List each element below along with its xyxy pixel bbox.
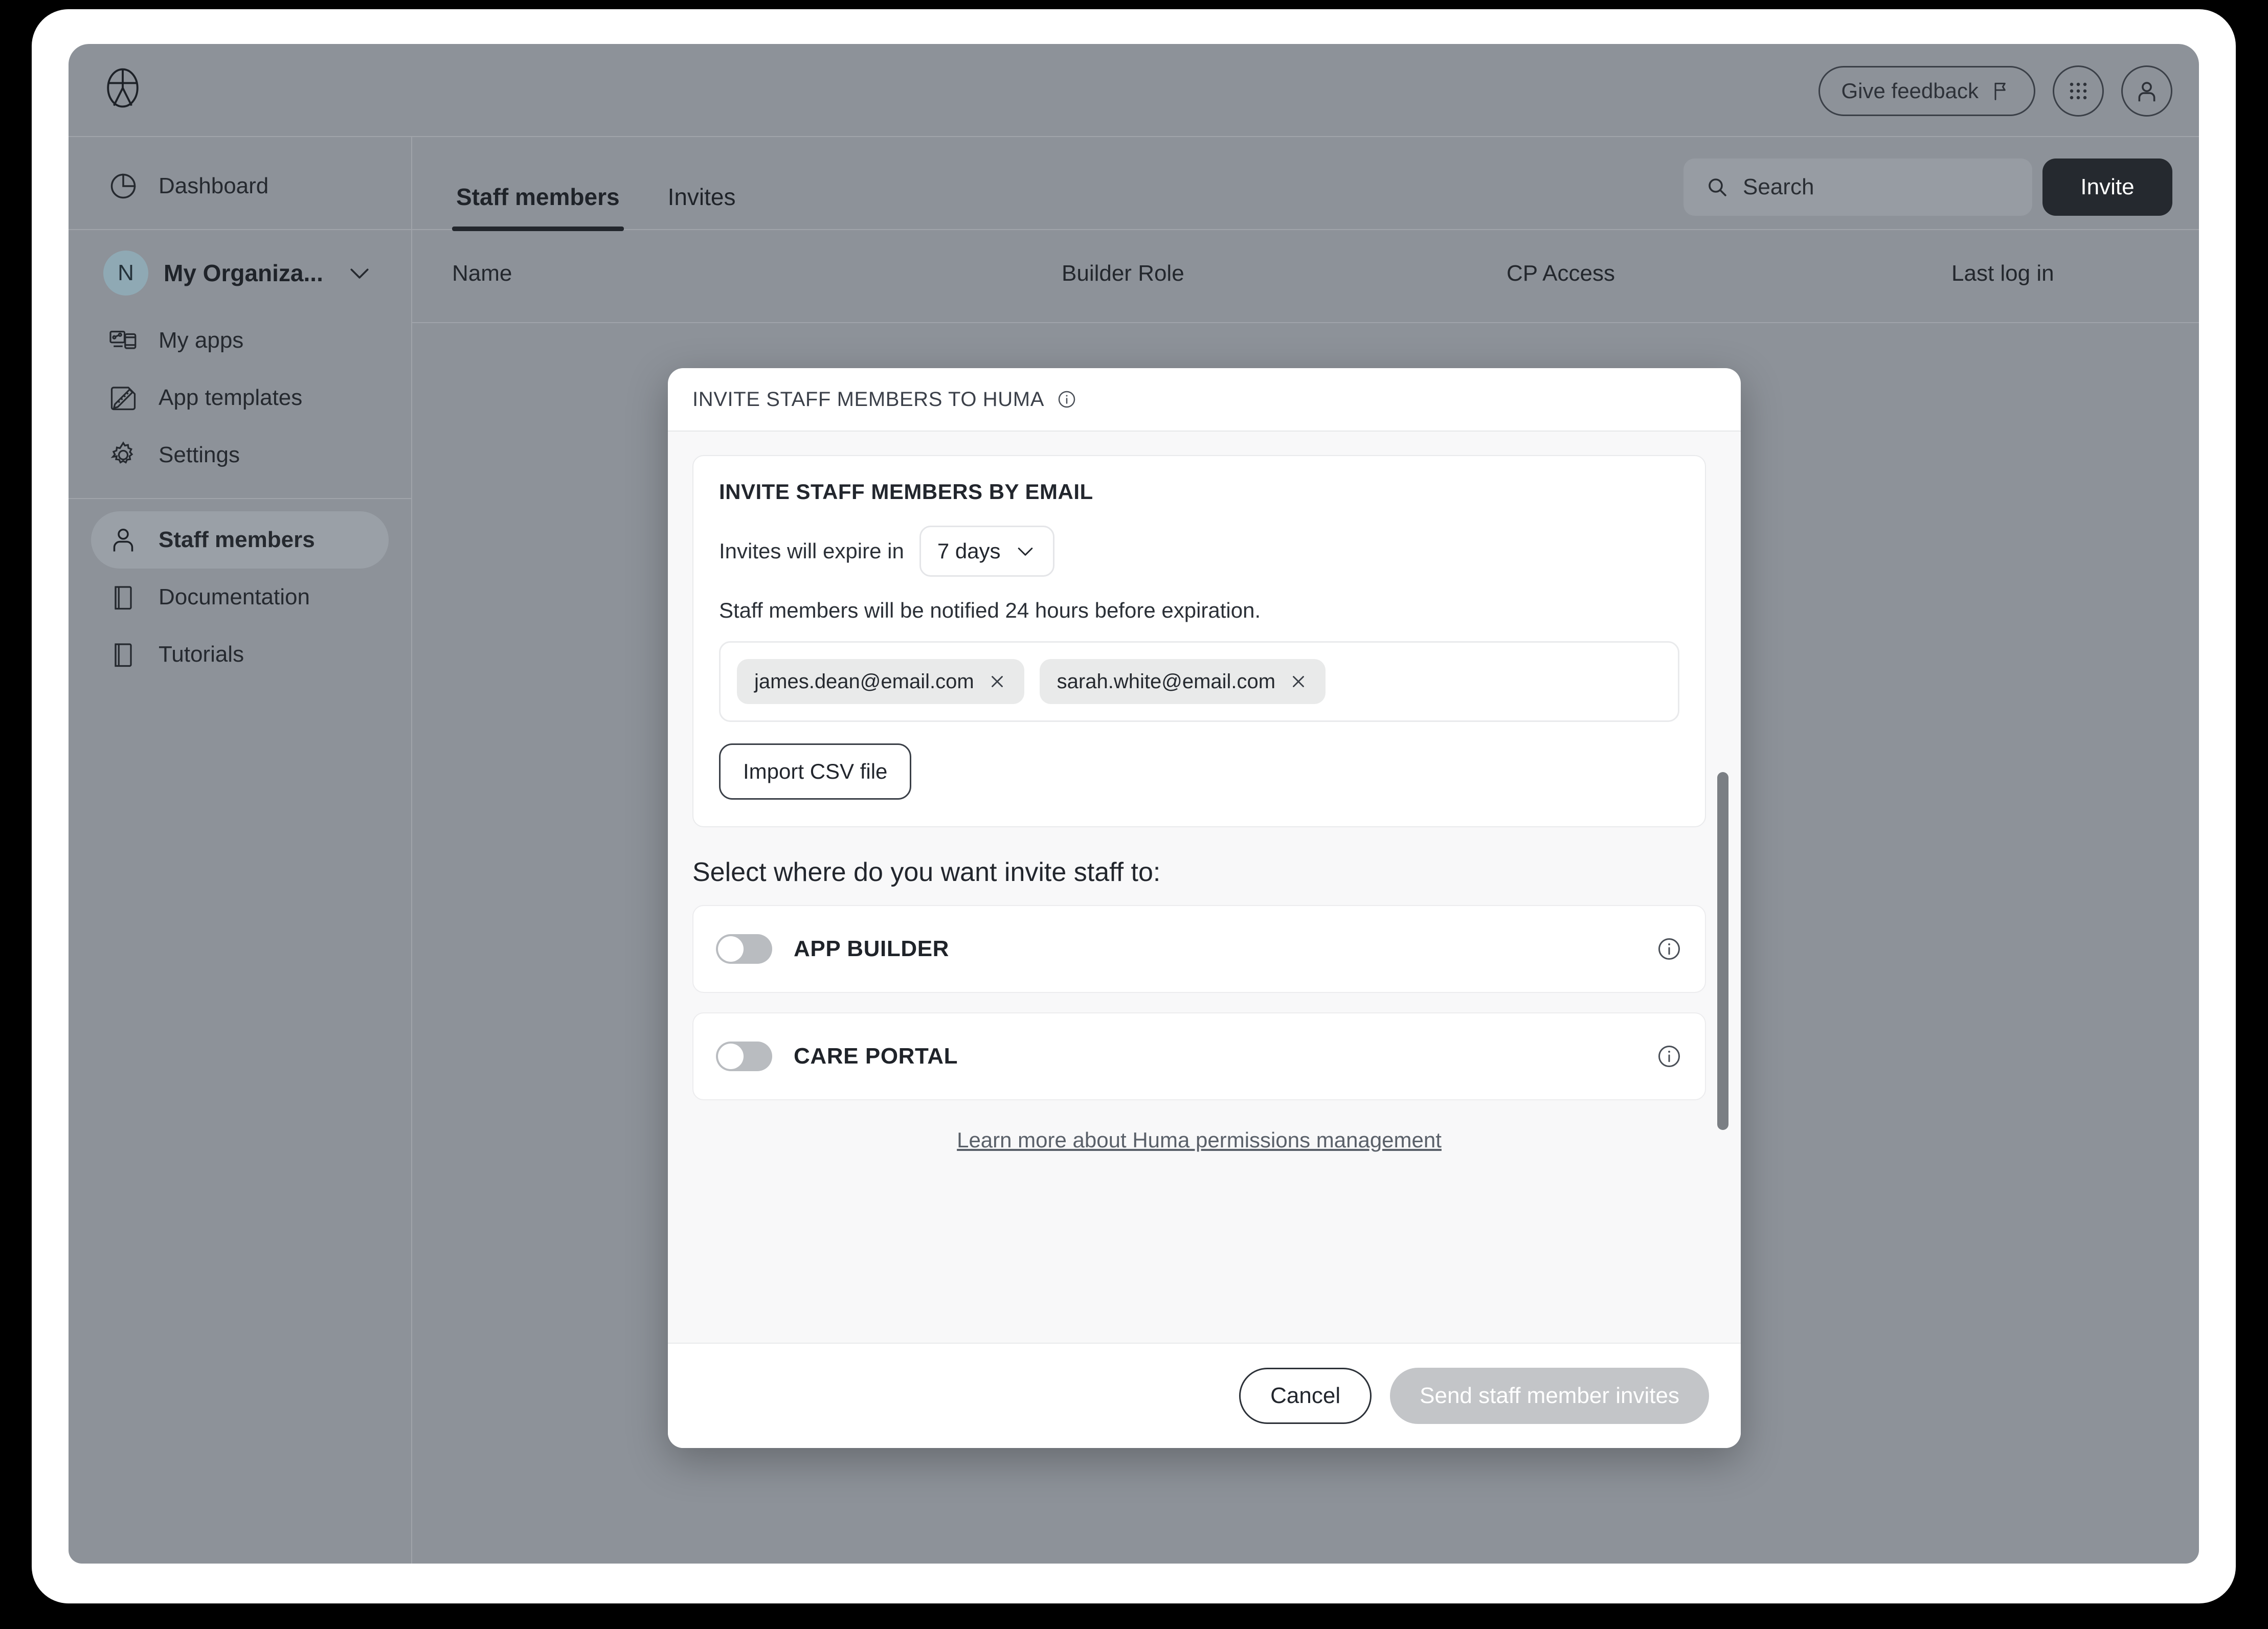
sidebar-item-label: Tutorials [159,642,244,667]
expiry-row: Invites will expire in 7 days [719,526,1679,577]
destination-option-care-portal[interactable]: CARE PORTAL [692,1012,1706,1100]
modal-scrollbar-thumb[interactable] [1717,772,1728,1130]
browser-window-frame: Give feedback Dashboard N My Organiza...… [32,9,2236,1603]
invite-by-email-card: INVITE STAFF MEMBERS BY EMAIL Invites wi… [692,455,1706,827]
email-chip-label: james.dean@email.com [754,670,974,693]
sidebar-item-label: Settings [159,442,240,467]
care-portal-label: CARE PORTAL [794,1044,958,1069]
avatar: N [103,251,148,296]
info-circle-icon[interactable] [1656,936,1682,962]
modal-footer: Cancel Send staff member invites [668,1343,1741,1448]
book-icon [106,638,140,671]
send-staff-member-invites-button[interactable]: Send staff member invites [1390,1368,1709,1424]
expiry-notice-text: Staff members will be notified 24 hours … [719,598,1261,622]
app-builder-toggle[interactable] [716,934,772,964]
sidebar-item-documentation[interactable]: Documentation [91,569,389,626]
book-icon [106,580,140,614]
sidebar-item-label: App templates [159,385,303,410]
top-bar: Give feedback [69,44,2199,137]
import-csv-button[interactable]: Import CSV file [719,743,912,800]
pie-chart-icon [106,169,140,203]
info-circle-icon[interactable] [1057,389,1077,410]
column-header-last-log-in: Last log in [1951,261,2054,286]
organization-name: My Organiza... [164,260,323,286]
email-chip-label: sarah.white@email.com [1057,670,1276,693]
flag-icon [1990,80,2012,102]
sidebar-item-staff-members[interactable]: Staff members [91,511,389,569]
invite-staff-modal: INVITE STAFF MEMBERS TO HUMA INVITE STAF… [668,368,1741,1448]
column-header-name: Name [452,261,512,286]
organization-switcher[interactable]: N My Organiza... [91,242,389,304]
chevron-down-icon [1014,540,1037,562]
sidebar-item-label: My apps [159,328,244,353]
email-chip[interactable]: sarah.white@email.com [1039,659,1326,704]
sidebar-item-label: Documentation [159,584,310,609]
destination-heading: Select where do you want invite staff to… [692,857,1161,887]
huma-logo-icon[interactable] [99,64,146,111]
sidebar-item-app-templates[interactable]: App templates [91,369,389,426]
cancel-button[interactable]: Cancel [1239,1368,1372,1424]
sidebar-item-tutorials[interactable]: Tutorials [91,626,389,683]
chevron-down-icon[interactable] [346,259,373,287]
devices-icon [106,324,140,357]
column-header-builder-role: Builder Role [1062,261,1184,286]
app-viewport: Give feedback Dashboard N My Organiza...… [69,44,2199,1564]
email-chip[interactable]: james.dean@email.com [737,659,1024,704]
expiry-label: Invites will expire in [719,539,904,563]
expiry-selected-value: 7 days [937,539,1001,563]
email-chips-input[interactable]: james.dean@email.com sarah.white@email.c… [719,641,1679,722]
search-placeholder: Search [1743,174,1814,199]
destination-option-app-builder[interactable]: APP BUILDER [692,905,1706,993]
tab-staff-members[interactable]: Staff members [452,183,624,231]
sidebar-item-settings[interactable]: Settings [91,426,389,484]
info-circle-icon[interactable] [1656,1043,1682,1070]
close-icon[interactable] [987,672,1007,691]
modal-body: INVITE STAFF MEMBERS BY EMAIL Invites wi… [668,431,1741,1343]
top-bar-actions: Give feedback [1818,65,2172,117]
user-avatar-icon[interactable] [2121,65,2172,117]
sidebar-divider-bottom [69,498,411,499]
sidebar: Dashboard N My Organiza... My apps App t… [69,137,412,1564]
modal-scrollbar[interactable] [1717,432,1728,1343]
learn-more-link[interactable]: Learn more about Huma permissions manage… [692,1128,1706,1152]
table-header-row: Name Builder Role CP Access Last log in [412,230,2199,323]
tab-invites[interactable]: Invites [664,183,740,229]
expiry-select[interactable]: 7 days [919,526,1054,577]
sidebar-divider-top [69,229,411,230]
app-builder-label: APP BUILDER [794,936,950,961]
apps-grid-icon[interactable] [2053,65,2104,117]
ruler-pencil-icon [106,381,140,415]
sidebar-item-label: Dashboard [159,173,269,198]
sidebar-item-my-apps[interactable]: My apps [91,312,389,369]
tab-bar: Staff members Invites Search Invite [412,137,2199,231]
invite-button[interactable]: Invite [2042,159,2172,216]
modal-title: INVITE STAFF MEMBERS TO HUMA [692,388,1044,411]
gear-icon [106,438,140,472]
person-icon [106,523,140,557]
column-header-cp-access: CP Access [1507,261,1615,286]
sidebar-item-label: Staff members [159,527,315,552]
sidebar-item-dashboard[interactable]: Dashboard [91,157,389,215]
care-portal-toggle[interactable] [716,1042,772,1071]
give-feedback-button[interactable]: Give feedback [1818,66,2035,116]
give-feedback-label: Give feedback [1841,79,1979,103]
invite-by-email-title: INVITE STAFF MEMBERS BY EMAIL [719,480,1093,504]
search-icon [1705,175,1730,199]
search-input[interactable]: Search [1683,159,2032,216]
modal-header: INVITE STAFF MEMBERS TO HUMA [668,368,1741,431]
close-icon[interactable] [1289,672,1308,691]
